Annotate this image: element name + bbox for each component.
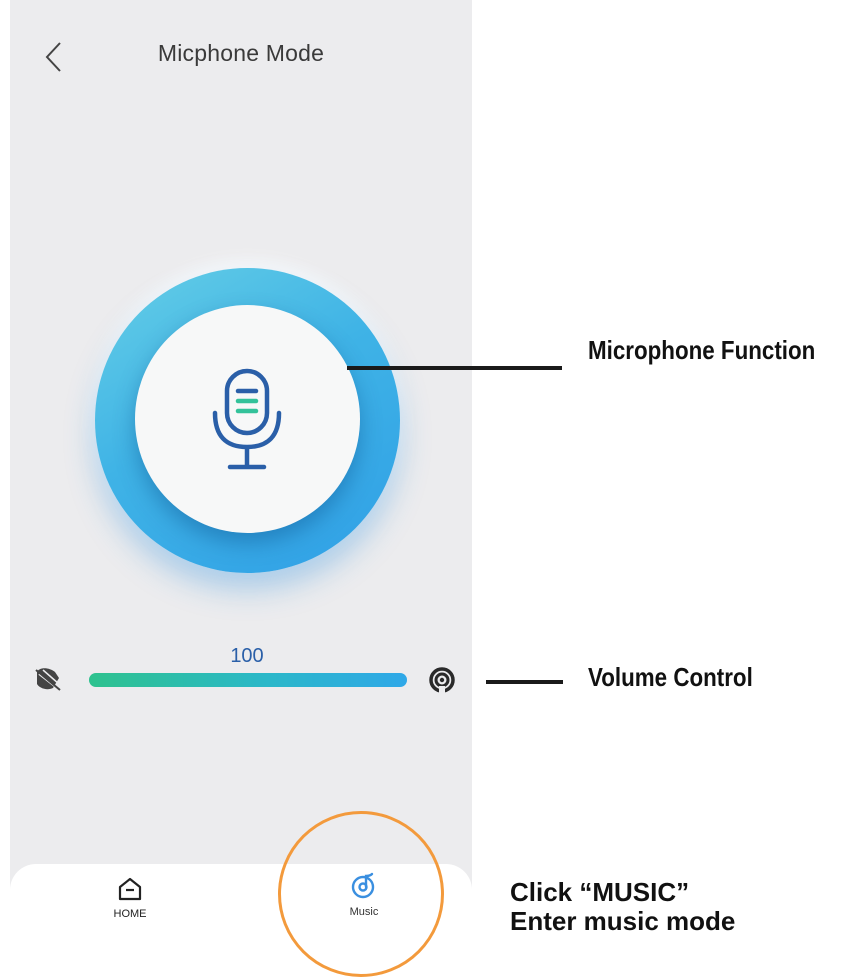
page-title: Micphone Mode [157, 40, 325, 66]
nav-home-label: HOME [113, 908, 147, 920]
nav-music-label: Music [349, 906, 379, 918]
nav-music[interactable]: Music [340, 872, 388, 922]
music-callout-line2: Enter music mode [510, 906, 736, 936]
bottom-nav [10, 864, 472, 975]
volume-min-button[interactable] [33, 666, 63, 697]
volume-low-icon [35, 668, 61, 691]
volume-callout: Volume Control [588, 662, 753, 692]
microphone-callout-line [347, 366, 562, 370]
music-callout-line1: Click “MUSIC” [510, 877, 690, 907]
microphone-icon [212, 368, 282, 470]
volume-value: 100 [230, 645, 264, 667]
nav-home[interactable]: HOME [106, 876, 154, 926]
phone-screen: Micphone Mode 100 HOME Music [10, 0, 472, 975]
microphone-callout: Microphone Function [588, 335, 816, 365]
home-icon [118, 877, 142, 901]
microphone-button[interactable] [135, 305, 360, 533]
volume-high-icon [429, 667, 455, 694]
music-disc-icon [351, 872, 375, 899]
music-callout: Click “MUSIC” Enter music mode [510, 878, 735, 936]
volume-slider[interactable] [89, 673, 407, 687]
volume-callout-line [486, 680, 563, 684]
volume-max-button[interactable] [428, 666, 456, 699]
volume-slider-fill [89, 673, 407, 687]
